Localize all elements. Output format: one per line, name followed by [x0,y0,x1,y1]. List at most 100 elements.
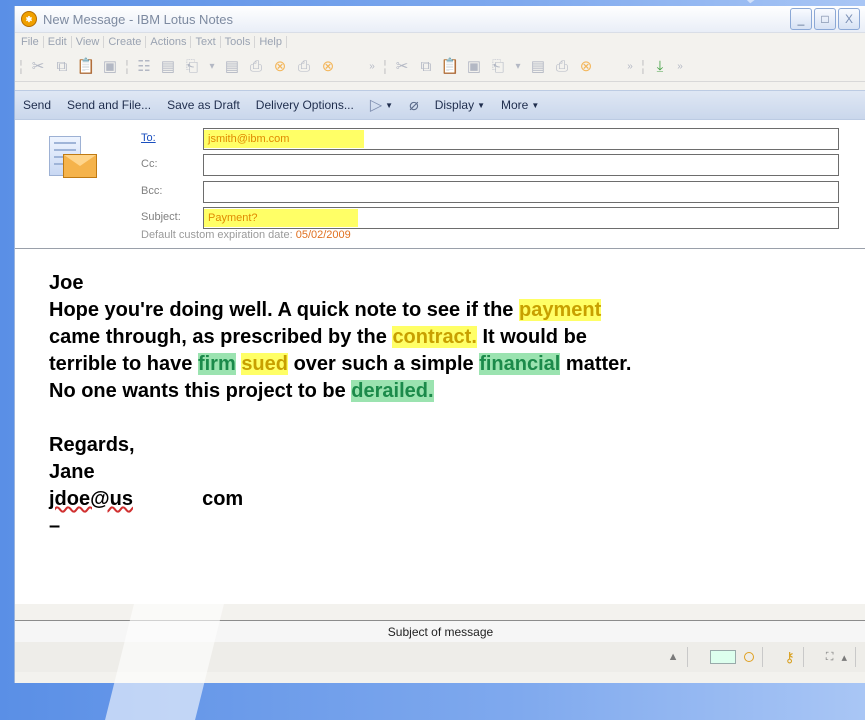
close-icon[interactable]: X [838,8,860,30]
paste-special-icon-2[interactable]: ▣ [465,57,483,75]
minimize-icon[interactable]: _ [790,8,812,30]
text-span: Hope you're doing well. A quick note to … [49,299,514,321]
toolbar: ¦ ✂ ⧉ 📋 ▣ ¦ ☷ ▤ ⎗ ▾ ▤ ⎙ ⊗ ⎙ ⊗ » ¦ ✂ ⧉ 📋 … [15,51,865,82]
chevron-up-icon: ▴ [841,651,847,664]
online-status-icon [743,652,754,662]
paperclip-icon: ⌀ [409,97,419,114]
body-line-3: terrible to have firm sued over such a s… [49,351,632,378]
status-location-area[interactable]: ⛶ ▴ [818,647,856,667]
menu-bar: File Edit View Create Actions Text Tools… [15,33,865,51]
follow-up-flag-button[interactable]: ▷ ▼ [362,95,401,115]
greeting: Joe [49,272,84,294]
new-icon[interactable]: ⎗ [183,57,201,75]
maximize-icon[interactable]: □ [814,8,836,30]
copy-icon-2[interactable]: ⧉ [417,57,435,75]
text-span: It would be [482,326,587,348]
chevron-down-icon: ▼ [385,100,394,110]
text-span: over such a simple [293,353,474,375]
download-icon[interactable]: ⤓ [651,57,669,75]
toolbar-chevron-icon-2[interactable]: » [625,57,635,75]
subject-value: Payment? [204,209,358,227]
paste-icon[interactable]: 📋 [77,57,96,75]
menu-help[interactable]: Help [255,36,287,48]
cancel-icon[interactable]: ⊗ [319,57,337,75]
send-button[interactable]: Send [15,98,59,112]
highlight-financial: financial [479,353,561,375]
print-icon-2[interactable]: ⎙ [553,57,571,75]
menu-edit[interactable]: Edit [44,36,72,48]
status-caret-icon[interactable]: ▲ [660,647,688,667]
toolbar-chevron-icon-3[interactable]: » [675,57,685,75]
print-preview-icon[interactable]: ⎙ [295,57,313,75]
status-mail-area[interactable] [702,647,763,667]
text-span: came through, as prescribed by the [49,326,387,348]
properties-icon[interactable]: ☷ [135,57,153,75]
menu-tools[interactable]: Tools [221,36,256,48]
stop-icon[interactable]: ⊗ [271,57,289,75]
to-label[interactable]: To: [141,132,156,144]
memo-envelope-icon [49,136,97,180]
save-icon-2[interactable]: ▤ [529,57,547,75]
toolbar-chevron-icon[interactable]: » [367,57,377,75]
bcc-field[interactable] [203,181,839,203]
mail-status-icon [709,650,736,664]
toolbar-grip-icon: ¦ [19,57,23,75]
flag-icon: ▷ [369,97,383,114]
highlight-derailed: derailed. [351,380,434,402]
menu-file[interactable]: File [17,36,44,48]
subject-field[interactable]: Payment? [203,207,839,229]
location-icon: ⛶ [825,650,834,663]
status-key-area[interactable]: ⚷ [777,647,804,667]
email-suffix: com [202,488,244,510]
envelope-icon [63,154,97,178]
new-icon-2[interactable]: ⎗ [489,57,507,75]
highlight-contract: contract. [392,326,477,348]
new-dropdown-icon-2[interactable]: ▾ [513,57,523,75]
save-as-draft-button[interactable]: Save as Draft [159,98,248,112]
message-body[interactable]: Joe Hope you're doing well. A quick note… [49,270,632,540]
more-label: More [501,98,529,112]
text-span: terrible to have [49,353,193,375]
toolbar-separator-icon: ¦ [641,57,645,75]
signoff: Regards, [49,434,135,456]
delivery-options-button[interactable]: Delivery Options... [248,98,362,112]
subject-label: Subject: [141,211,181,223]
title-bar: ✱ New Message - IBM Lotus Notes _ □ X [15,6,865,33]
expiration-date[interactable]: 05/02/2009 [296,229,351,241]
expiration-note: Default custom expiration date: 05/02/20… [141,229,351,241]
email-prefix: jdoe@us [49,488,133,510]
text-span: No one wants this project to be [49,380,346,402]
key-icon: ⚷ [784,648,795,665]
chevron-down-icon: ▼ [531,100,540,110]
to-field[interactable]: jsmith@ibm.com [203,128,839,150]
paste-icon-2[interactable]: 📋 [441,57,460,75]
menu-actions[interactable]: Actions [146,36,192,48]
print-icon[interactable]: ⎙ [247,57,265,75]
copy-icon[interactable]: ⧉ [53,57,71,75]
action-bar: Send Send and File... Save as Draft Deli… [15,90,865,120]
to-value: jsmith@ibm.com [204,130,364,148]
highlight-sued: sued [241,353,288,375]
cut-icon-2[interactable]: ✂ [393,57,411,75]
send-and-file-button[interactable]: Send and File... [59,98,159,112]
body-line-2: came through, as prescribed by the contr… [49,324,632,351]
display-menu-button[interactable]: Display ▼ [427,98,493,112]
new-dropdown-icon[interactable]: ▾ [207,57,217,75]
stop-icon-2[interactable]: ⊗ [577,57,595,75]
menu-create[interactable]: Create [104,36,147,48]
save-file-icon[interactable]: ▤ [223,57,241,75]
save-icon[interactable]: ▤ [159,57,177,75]
signature-name: Jane [49,461,95,483]
lotus-notes-icon: ✱ [21,11,37,27]
attach-button[interactable]: ⌀ [401,95,427,115]
paste-special-icon[interactable]: ▣ [101,57,119,75]
notes-window: ✱ New Message - IBM Lotus Notes _ □ X Fi… [14,6,865,683]
cut-icon[interactable]: ✂ [29,57,47,75]
menu-text[interactable]: Text [191,36,221,48]
memo-form: To: jsmith@ibm.com Cc: Bcc: Subject: Pay… [15,120,865,604]
menu-view[interactable]: View [72,36,105,48]
cc-field[interactable] [203,154,839,176]
text-span: matter. [565,353,632,375]
toolbar-separator-icon: ¦ [383,57,387,75]
more-menu-button[interactable]: More ▼ [493,98,547,112]
